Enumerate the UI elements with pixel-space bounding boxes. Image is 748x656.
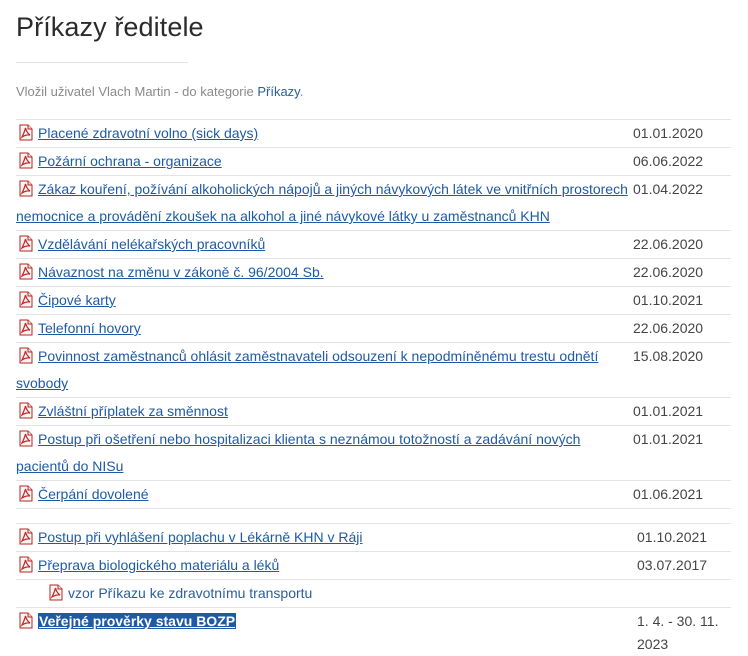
- title-divider: [16, 62, 188, 63]
- list-item: Vzdělávání nelékařských pracovníků 22.06…: [16, 230, 731, 258]
- document-link[interactable]: Placené zdravotní volno (sick days): [38, 125, 258, 141]
- list-item: Návaznost na změnu v zákoně č. 96/2004 S…: [16, 258, 731, 286]
- document-date: 01.10.2021: [633, 292, 704, 308]
- document-link[interactable]: Telefonní hovory: [38, 320, 141, 336]
- document-link[interactable]: Postup při vyhlášení poplachu v Lékárně …: [38, 529, 363, 545]
- document-link[interactable]: Zákaz kouření, požívání alkoholických ná…: [16, 181, 628, 224]
- document-link[interactable]: Vzdělávání nelékařských pracovníků: [38, 236, 265, 252]
- document-date: 01.04.2022: [633, 181, 704, 197]
- document-date: 15.08.2020: [633, 348, 704, 364]
- document-date: 22.06.2020: [633, 236, 704, 252]
- category-link[interactable]: Příkazy: [257, 84, 299, 99]
- document-link[interactable]: vzor Příkazu ke zdravotnímu transportu: [68, 585, 312, 601]
- list-item: Zvláštní příplatek za směnnost 01.01.202…: [16, 397, 731, 425]
- list-item: Požární ochrana - organizace 06.06.2022: [16, 147, 731, 175]
- pdf-icon: [18, 347, 34, 364]
- document-link[interactable]: Postup při ošetření nebo hospitalizaci k…: [16, 431, 580, 474]
- author-meta: Vložil uživatel Vlach Martin - do katego…: [16, 84, 303, 99]
- document-date: [633, 580, 731, 607]
- document-date: 06.06.2022: [633, 153, 704, 169]
- document-date: 22.06.2020: [633, 320, 704, 336]
- document-link[interactable]: Požární ochrana - organizace: [38, 153, 222, 169]
- pdf-icon: [18, 485, 34, 502]
- list-item: Veřejné prověrky stavu BOZP 1. 4. - 30. …: [16, 607, 731, 656]
- pdf-icon: [18, 235, 34, 252]
- list-item: Čerpání dovolené 01.06.2021: [16, 480, 731, 508]
- meta-prefix: Vložil uživatel Vlach Martin - do katego…: [16, 84, 258, 99]
- pdf-icon: [18, 124, 34, 141]
- pdf-icon: [18, 180, 34, 197]
- list-item: Placené zdravotní volno (sick days) 01.0…: [16, 119, 731, 147]
- list-item: Postup při vyhlášení poplachu v Lékárně …: [16, 523, 731, 551]
- document-link[interactable]: Návaznost na změnu v zákoně č. 96/2004 S…: [38, 264, 324, 280]
- list-item: Telefonní hovory 22.06.2020: [16, 314, 731, 342]
- document-link[interactable]: Čipové karty: [38, 292, 116, 308]
- document-date: 01.10.2021: [637, 529, 708, 545]
- document-date: 01.06.2021: [633, 486, 704, 502]
- pdf-icon: [18, 152, 34, 169]
- list-item: Čipové karty 01.10.2021: [16, 286, 731, 314]
- pdf-icon: [18, 291, 34, 308]
- document-list: Placené zdravotní volno (sick days) 01.0…: [16, 119, 731, 656]
- pdf-icon: [18, 612, 34, 629]
- pdf-icon: [48, 584, 64, 601]
- pdf-icon: [18, 430, 34, 447]
- list-subitem: vzor Příkazu ke zdravotnímu transportu: [16, 579, 731, 607]
- pdf-icon: [18, 528, 34, 545]
- document-date: 03.07.2017: [637, 557, 708, 573]
- document-date: 01.01.2020: [633, 125, 704, 141]
- list-spacer: [16, 508, 731, 523]
- list-item: Zákaz kouření, požívání alkoholických ná…: [16, 175, 731, 230]
- document-date: 1. 4. - 30. 11. 2023: [637, 613, 719, 652]
- document-link-selected[interactable]: Veřejné prověrky stavu BOZP: [38, 613, 237, 629]
- document-link[interactable]: Zvláštní příplatek za směnnost: [38, 403, 228, 419]
- document-date: 22.06.2020: [633, 264, 704, 280]
- document-link[interactable]: Čerpání dovolené: [38, 486, 149, 502]
- document-date: 01.01.2021: [633, 431, 704, 447]
- document-link[interactable]: Povinnost zaměstnanců ohlásit zaměstnava…: [16, 348, 598, 391]
- pdf-icon: [18, 556, 34, 573]
- pdf-icon: [18, 263, 34, 280]
- meta-suffix: .: [299, 84, 304, 99]
- document-date: 01.01.2021: [633, 403, 704, 419]
- page-title: Příkazy ředitele: [16, 12, 204, 42]
- list-item: Přeprava biologického materiálu a léků 0…: [16, 551, 731, 579]
- pdf-icon: [18, 319, 34, 336]
- list-item: Postup při ošetření nebo hospitalizaci k…: [16, 425, 731, 480]
- pdf-icon: [18, 402, 34, 419]
- document-link[interactable]: Přeprava biologického materiálu a léků: [38, 557, 279, 573]
- list-item: Povinnost zaměstnanců ohlásit zaměstnava…: [16, 342, 731, 397]
